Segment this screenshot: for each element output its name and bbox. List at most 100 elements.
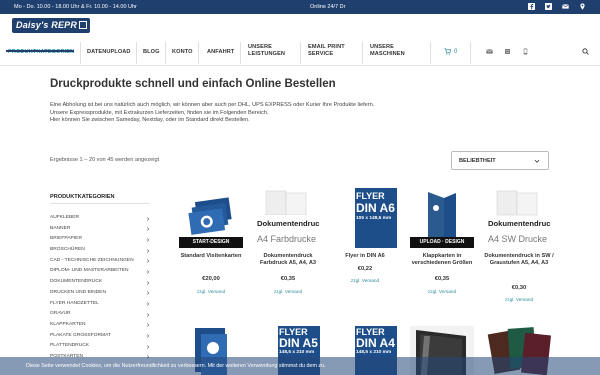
nav-divider	[136, 42, 137, 64]
image-caption: A4 SW Drucke	[488, 234, 548, 244]
opening-hours: Mo - Do. 10.00 - 18.00 Uhr & Fr. 10.00 -…	[14, 4, 137, 10]
nav-label-line: UNSERE	[248, 44, 272, 50]
results-count: Ergebnisse 1 – 20 von 45 werden angezeig…	[50, 157, 160, 163]
nav-divider	[362, 42, 363, 64]
mail-icon[interactable]	[486, 48, 493, 55]
image-caption: 148,5 x 210 mm	[356, 350, 392, 355]
product-badge: UPLOAD · DESIGN	[410, 237, 474, 248]
nav-unsere-maschinen[interactable]: UNSERE MASCHINEN	[370, 44, 405, 58]
product-price: €0,35	[434, 276, 450, 282]
cookie-notice: Diese Seite verwendet Cookies, um die Nu…	[0, 357, 600, 375]
category-label: BRIEFPAPIER	[50, 236, 82, 242]
chevron-right-icon	[147, 270, 150, 274]
product-shipping: zzgl. Versand	[333, 278, 397, 283]
intro-line: Eine Abholung ist bei uns natürlich auch…	[50, 102, 375, 108]
chevron-right-icon	[147, 216, 150, 221]
product-name[interactable]: Dokumentendruck in SW / Graustufen A5, A…	[483, 253, 555, 268]
category-label: PLATTENDRUCK	[50, 343, 90, 349]
chevron-right-icon	[147, 227, 150, 231]
category-item[interactable]: CAD - TECHNISCHE ZEICHNUNGEN	[50, 256, 152, 267]
twitter-icon[interactable]	[545, 3, 552, 10]
image-caption: 105 x 148,5 mm	[356, 216, 392, 221]
chevron-right-icon	[147, 302, 150, 306]
product-name[interactable]: Flyer in DIN A6	[329, 253, 401, 260]
nav-divider	[165, 42, 166, 64]
product-shipping: zzgl. Versand	[487, 297, 551, 302]
chevron-right-icon	[147, 259, 150, 264]
sort-value: BELIEBTHEIT	[459, 158, 496, 164]
nav-label-line: EMAIL PRINT	[308, 44, 345, 50]
shipping-link[interactable]: zzgl. Versand	[197, 289, 225, 294]
category-item[interactable]: PLATTENDRUCK	[50, 341, 152, 352]
nav-divider	[300, 42, 301, 64]
product-name[interactable]: Klappkarten in verschiedenen Größen	[406, 253, 478, 268]
category-label: FLYER HANDZETTEL	[50, 300, 99, 306]
image-caption: FLYER	[356, 191, 385, 201]
category-label: AUFKLEBER	[50, 215, 80, 220]
nav-divider	[430, 42, 431, 64]
nav-konto[interactable]: KONTO	[172, 49, 193, 56]
chevron-right-icon	[147, 291, 150, 296]
category-item[interactable]: BRIEFPAPIER	[50, 234, 152, 245]
category-item[interactable]: PLAKATE GROSSFORMAT	[50, 331, 152, 342]
nav-label-line: LEISTUNGEN	[248, 51, 286, 57]
nav-divider	[80, 42, 81, 64]
product-name[interactable]: Standard Visitenkarten	[175, 253, 247, 260]
phone-icon[interactable]	[522, 48, 529, 55]
product-image[interactable]: Dokumentendruck A4 Farbdrucke	[256, 188, 320, 248]
shipping-link[interactable]: zzgl. Versand	[351, 278, 379, 283]
category-item[interactable]: DRUCKEN UND BINDEN	[50, 288, 152, 299]
product-shipping: zzgl. Versand	[410, 289, 474, 294]
nav-active-indicator	[6, 50, 74, 52]
logo-text: Daisy's REPR	[16, 20, 78, 30]
mail-icon[interactable]	[562, 3, 569, 10]
nav-datenupload[interactable]: DATENUPLOAD	[87, 49, 131, 56]
category-item[interactable]: BANNER	[50, 224, 152, 235]
image-caption: Dokumentendruck	[488, 219, 551, 228]
category-item[interactable]: GRAVUR	[50, 309, 152, 320]
category-item[interactable]: DIPLOM- UND MASTERARBEITEN	[50, 266, 152, 277]
sidebar-title: PRODUKTKATEGORIEN	[50, 194, 115, 200]
nav-anfahrt[interactable]: ANFAHRT	[207, 49, 234, 56]
category-label: DIPLOM- UND MASTERARBEITEN	[50, 268, 129, 274]
document-icon[interactable]	[504, 48, 511, 55]
product-shipping: zzgl. Versand	[179, 289, 243, 294]
category-item[interactable]: BROSCHÜREN	[50, 245, 152, 256]
nav-unsere-leistungen[interactable]: UNSERE LEISTUNGEN	[248, 44, 285, 58]
category-list: AUFKLEBER BANNER BRIEFPAPIER BROSCHÜREN …	[50, 213, 152, 363]
shipping-link[interactable]: zzgl. Versand	[274, 289, 302, 294]
nav-email-print-service[interactable]: EMAIL PRINT SERVICE	[308, 44, 345, 58]
chevron-right-icon	[147, 344, 150, 349]
category-label: DOKUMENTENDRUCK	[50, 279, 103, 285]
product-image[interactable]: START-DESIGN	[179, 188, 243, 248]
image-caption: DIN A4	[356, 336, 395, 350]
category-item[interactable]: KLAPPKARTEN	[50, 320, 152, 331]
nav-blog[interactable]: BLOG	[143, 49, 160, 56]
category-label: KLAPPKARTEN	[50, 321, 86, 327]
category-item[interactable]: AUFKLEBER	[50, 213, 152, 224]
chevron-right-icon	[147, 334, 150, 338]
nav-divider	[470, 42, 471, 64]
site-logo[interactable]: Daisy's REPR	[12, 18, 90, 33]
image-caption: A4 Farbdrucke	[257, 234, 317, 244]
category-item[interactable]: DOKUMENTENDRUCK	[50, 277, 152, 288]
shipping-link[interactable]: zzgl. Versand	[505, 297, 533, 302]
cart-button[interactable]: 0	[444, 48, 457, 55]
product-image[interactable]: FLYER DIN A6 105 x 148,5 mm	[333, 188, 397, 248]
product-price: €0,35	[280, 276, 296, 282]
nav-divider	[198, 42, 199, 64]
sidebar-divider	[50, 203, 150, 204]
product-image[interactable]: Dokumentendruck A4 SW Drucke	[487, 188, 551, 248]
map-pin-icon[interactable]	[579, 3, 586, 10]
sort-select[interactable]: BELIEBTHEIT	[451, 151, 549, 170]
product-image[interactable]: UPLOAD · DESIGN	[410, 188, 474, 248]
category-label: BANNER	[50, 225, 71, 231]
category-label: PLAKATE GROSSFORMAT	[50, 332, 111, 338]
search-icon[interactable]	[582, 48, 589, 55]
product-name[interactable]: Dokumentendruck Farbdruck A5, A4, A3	[252, 253, 324, 268]
category-item[interactable]: FLYER HANDZETTEL	[50, 299, 152, 310]
facebook-icon[interactable]	[528, 3, 535, 10]
page-title: Druckprodukte schnell und einfach Online…	[50, 78, 336, 90]
image-caption: DIN A6	[356, 201, 395, 215]
shipping-link[interactable]: zzgl. Versand	[428, 289, 456, 294]
